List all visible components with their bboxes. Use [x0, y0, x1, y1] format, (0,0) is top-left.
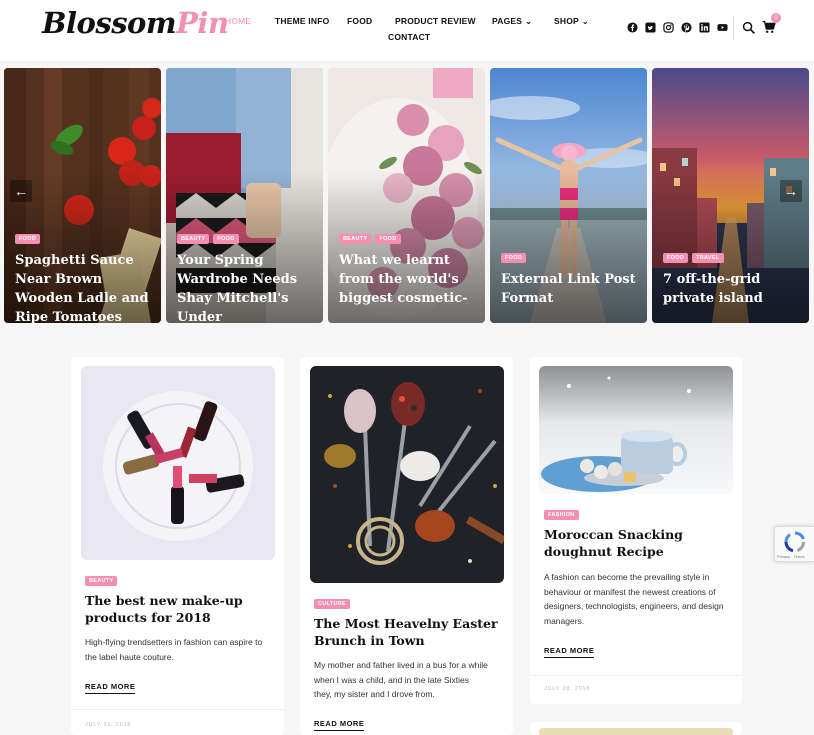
header-divider: [733, 16, 734, 40]
category-tag[interactable]: BEAUTY: [339, 234, 372, 244]
category-tag[interactable]: TRAVEL: [692, 253, 724, 263]
post-image[interactable]: [310, 366, 504, 583]
slide-item[interactable]: BEAUTY FOOD What we learnt from the worl…: [328, 68, 485, 323]
slide-title[interactable]: Spaghetti Sauce Near Brown Wooden Ladle …: [15, 251, 153, 323]
read-more-link[interactable]: READ MORE: [314, 719, 365, 731]
category-tag[interactable]: FOOD: [663, 253, 689, 263]
post-card: BEAUTY The best new make-up products for…: [71, 357, 284, 735]
post-excerpt: High-flying trendsetters in fashion can …: [85, 637, 263, 662]
post-image[interactable]: [539, 728, 733, 735]
search-icon[interactable]: [742, 21, 755, 34]
spices-image: [310, 366, 504, 583]
twitter-icon[interactable]: [645, 22, 656, 33]
cart-count-badge: 0: [771, 13, 781, 23]
post-category: FASHION: [544, 503, 579, 521]
post-card: CULTURE The Most Heavelny Easter Brunch …: [300, 357, 513, 735]
pinterest-icon[interactable]: [681, 22, 692, 33]
category-tag[interactable]: FASHION: [544, 510, 579, 520]
post-date: JULY 28, 2018: [544, 686, 591, 692]
post-image[interactable]: [81, 366, 275, 560]
category-tag[interactable]: FOOD: [213, 234, 239, 244]
post-category: BEAUTY: [85, 569, 118, 587]
nav-home[interactable]: HOME: [225, 16, 251, 26]
category-tag[interactable]: BEAUTY: [177, 234, 210, 244]
slide-categories: FOOD: [15, 234, 41, 244]
site-header: BlossomPin HOME THEME INFO FOOD PRODUCT …: [0, 0, 814, 62]
category-tag[interactable]: CULTURE: [314, 599, 350, 609]
category-tag[interactable]: FOOD: [375, 234, 401, 244]
nav-pages-label: PAGES: [492, 16, 523, 26]
slide-item[interactable]: BEAUTY FOOD Your Spring Wardrobe Needs S…: [166, 68, 323, 323]
post-card: FASHION Moroccan Snacking doughnut Recip…: [530, 357, 742, 704]
nav-product-review[interactable]: PRODUCT REVIEW: [395, 16, 476, 26]
category-tag[interactable]: FOOD: [15, 234, 41, 244]
nav-pages[interactable]: PAGES ⌄: [492, 16, 532, 26]
slide-categories: FOOD TRAVEL: [663, 253, 724, 263]
nav-shop[interactable]: SHOP ⌄: [554, 16, 589, 26]
nav-contact[interactable]: CONTACT: [388, 32, 430, 42]
slider-prev-button[interactable]: ←: [10, 180, 32, 202]
youtube-icon[interactable]: [717, 22, 728, 33]
read-more-link[interactable]: READ MORE: [85, 682, 136, 694]
nav-shop-label: SHOP: [554, 16, 579, 26]
recaptcha-text[interactable]: Privacy - Terms: [777, 554, 804, 559]
slide-title[interactable]: External Link Post Format: [501, 270, 639, 308]
slide-title[interactable]: Your Spring Wardrobe Needs Shay Mitchell…: [177, 251, 315, 323]
category-tag[interactable]: FOOD: [501, 253, 527, 263]
site-logo[interactable]: BlossomPin: [42, 6, 229, 40]
post-category: CULTURE: [314, 592, 350, 610]
category-tag[interactable]: BEAUTY: [85, 576, 118, 586]
slide-categories: BEAUTY FOOD: [339, 234, 401, 244]
slide-categories: FOOD: [501, 253, 527, 263]
nav-food[interactable]: FOOD: [347, 16, 372, 26]
linkedin-icon[interactable]: [699, 22, 710, 33]
chevron-down-icon: ⌄: [581, 17, 589, 26]
facebook-icon[interactable]: [627, 22, 638, 33]
post-card: [530, 722, 742, 735]
post-date: JULY 21, 2018: [85, 722, 132, 728]
slide-title[interactable]: What we learnt from the world's biggest …: [339, 251, 477, 308]
recaptcha-icon: [784, 531, 806, 553]
slide-title[interactable]: 7 off-the-grid private island: [663, 270, 801, 308]
card-divider: [71, 709, 284, 710]
doughnut-image: [539, 366, 733, 494]
nav-theme-info[interactable]: THEME INFO: [275, 16, 329, 26]
post-excerpt: A fashion can become the prevailing styl…: [544, 572, 724, 626]
chevron-down-icon: ⌄: [525, 17, 533, 26]
slide-item[interactable]: FOOD External Link Post Format: [490, 68, 647, 323]
slide-categories: BEAUTY FOOD: [177, 234, 239, 244]
read-more-link[interactable]: READ MORE: [544, 646, 595, 658]
lipstick-image: [81, 366, 275, 560]
post-title[interactable]: Moroccan Snacking doughnut Recipe: [544, 526, 724, 560]
post-title[interactable]: The best new make-up products for 2018: [85, 592, 265, 626]
social-links: [627, 22, 728, 33]
post-excerpt: My mother and father lived in a bus for …: [314, 660, 488, 699]
recaptcha-badge[interactable]: Privacy - Terms: [774, 526, 814, 562]
slider-next-button[interactable]: →: [780, 180, 802, 202]
post-image[interactable]: [539, 366, 733, 494]
featured-slider: FOOD Spaghetti Sauce Near Brown Wooden L…: [0, 68, 814, 324]
post-title[interactable]: The Most Heavelny Easter Brunch in Town: [314, 615, 504, 649]
card-divider: [530, 675, 742, 676]
instagram-icon[interactable]: [663, 22, 674, 33]
